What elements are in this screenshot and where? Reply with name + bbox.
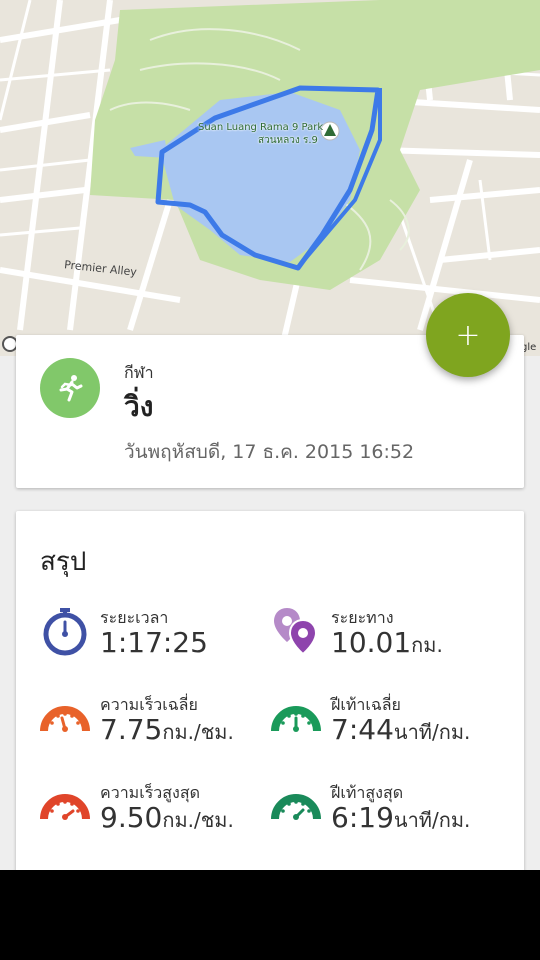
stat-avg-speed: ความเร็วเฉลี่ย 7.75กม./ชม.	[40, 693, 270, 763]
stat-avg-pace: ฝีเท้าเฉลี่ย 7:44นาที/กม.	[271, 693, 501, 763]
stat-distance: ระยะทาง 10.01กม.	[271, 606, 501, 676]
add-fab-button[interactable]: +	[426, 293, 510, 377]
sport-caption: กีฬา	[124, 363, 154, 382]
park-label-th: สวนหลวง ร.9	[258, 135, 318, 146]
stat-max-pace-value: 6:19นาที/กม.	[331, 801, 471, 834]
plus-icon: +	[455, 317, 481, 353]
stat-duration-value: 1:17:25	[100, 626, 208, 659]
screen: Suan Luang Rama 9 Park สวนหลวง ร.9 Premi…	[0, 0, 540, 870]
stat-distance-value: 10.01กม.	[331, 626, 443, 659]
stat-duration: ระยะเวลา 1:17:25	[40, 606, 270, 676]
stat-max-pace: ฝีเท้าสูงสุด 6:19นาที/กม.	[271, 781, 501, 851]
summary-title: สรุป	[40, 547, 87, 577]
summary-card: สรุป ระยะเวลา 1:17:25 ระยะทาง 10.01กม. ค…	[16, 511, 524, 870]
speedometer-icon	[40, 693, 90, 743]
activity-date: วันพฤหัสบดี, 17 ธ.ค. 2015 16:52	[124, 441, 415, 463]
pace-gauge-max-icon	[271, 781, 321, 831]
stat-avg-pace-value: 7:44นาที/กม.	[331, 713, 471, 746]
speedometer-max-icon	[40, 781, 90, 831]
stat-max-speed-value: 9.50กม./ชม.	[100, 801, 234, 834]
pace-gauge-icon	[271, 693, 321, 743]
stat-avg-speed-value: 7.75กม./ชม.	[100, 713, 234, 746]
stopwatch-icon	[40, 606, 90, 656]
sport-name: วิ่ง	[124, 390, 154, 423]
location-pins-icon	[271, 606, 321, 656]
park-label-en: Suan Luang Rama 9 Park	[198, 122, 324, 133]
running-person-icon	[40, 358, 100, 418]
stat-max-speed: ความเร็วสูงสุด 9.50กม./ชม.	[40, 781, 270, 851]
navigation-bar	[0, 870, 540, 960]
